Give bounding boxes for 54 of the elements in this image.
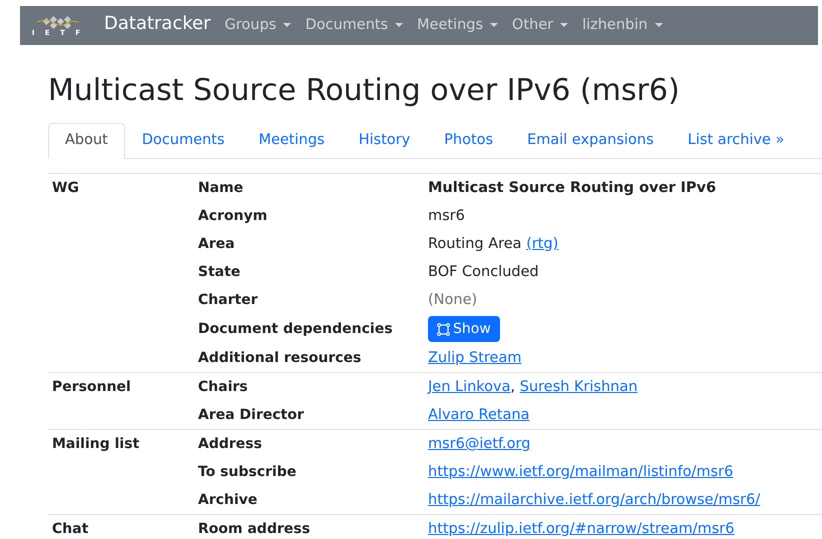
link[interactable]: msr6@ietf.org — [428, 436, 530, 452]
logo-icon — [36, 14, 80, 28]
tab[interactable]: Documents — [124, 123, 242, 159]
field-value: Jen Linkova, Suresh Krishnan — [428, 379, 638, 395]
field-label: Acronym — [198, 208, 268, 224]
field-label: Address — [198, 436, 262, 452]
page-title: Multicast Source Routing over IPv6 (msr6) — [48, 73, 681, 108]
tab[interactable]: Email expansions — [510, 123, 671, 159]
caret-icon — [560, 22, 568, 26]
field-label: Area — [198, 236, 235, 252]
field-value: (None) — [428, 292, 478, 308]
caret-icon — [654, 22, 663, 26]
brand-link[interactable]: Datatracker — [104, 13, 211, 34]
tab[interactable]: Photos — [427, 123, 510, 159]
nav-menu[interactable]: Other — [512, 16, 568, 32]
field-label: To subscribe — [198, 464, 296, 480]
field-label: Charter — [198, 292, 258, 308]
link[interactable]: https://zulip.ietf.org/#narrow/stream/msr6 — [428, 521, 734, 537]
field-label: Room address — [198, 521, 310, 537]
tab[interactable]: List archive » — [670, 123, 802, 159]
square-icon — [437, 322, 450, 336]
field-label: Name — [198, 180, 244, 196]
nav-menu[interactable]: Documents — [305, 16, 404, 32]
field-label: Document dependencies — [198, 321, 393, 337]
link[interactable]: Zulip Stream — [428, 350, 522, 366]
field-label: Chairs — [198, 379, 248, 395]
link[interactable]: Alvaro Retana — [428, 407, 530, 423]
section-heading: WG — [52, 180, 79, 196]
caret-icon — [395, 22, 404, 26]
link[interactable]: https://mailarchive.ietf.org/arch/browse/msr6/ — [428, 492, 760, 508]
link[interactable]: (rtg) — [526, 236, 558, 252]
section-heading: Chat — [52, 521, 88, 537]
field-label: State — [198, 264, 240, 280]
section-heading: Mailing list — [52, 436, 140, 452]
link[interactable]: Suresh Krishnan — [520, 379, 638, 395]
tab[interactable]: Meetings — [242, 123, 342, 159]
show-button[interactable]: Show — [428, 316, 500, 342]
caret-icon — [283, 22, 292, 26]
section-heading: Personnel — [52, 379, 131, 395]
field-label: Area Director — [198, 407, 304, 423]
tab[interactable]: About — [48, 123, 125, 159]
link[interactable]: Jen Linkova — [428, 379, 511, 395]
field-value: Routing Area (rtg) — [428, 236, 558, 252]
link[interactable]: https://www.ietf.org/mailman/listinfo/msr6 — [428, 464, 734, 480]
field-value: BOF Concluded — [428, 264, 539, 280]
field-label: Additional resources — [198, 350, 362, 366]
tab[interactable]: History — [342, 123, 428, 159]
nav-menu[interactable]: lizhenbin — [582, 16, 663, 32]
nav-menu[interactable]: Groups — [224, 16, 292, 32]
field-value: Multicast Source Routing over IPv6 — [428, 180, 716, 196]
field-value: msr6 — [428, 208, 465, 224]
caret-icon — [490, 22, 498, 26]
field-label: Archive — [198, 492, 258, 508]
nav-menu[interactable]: Meetings — [417, 16, 498, 32]
